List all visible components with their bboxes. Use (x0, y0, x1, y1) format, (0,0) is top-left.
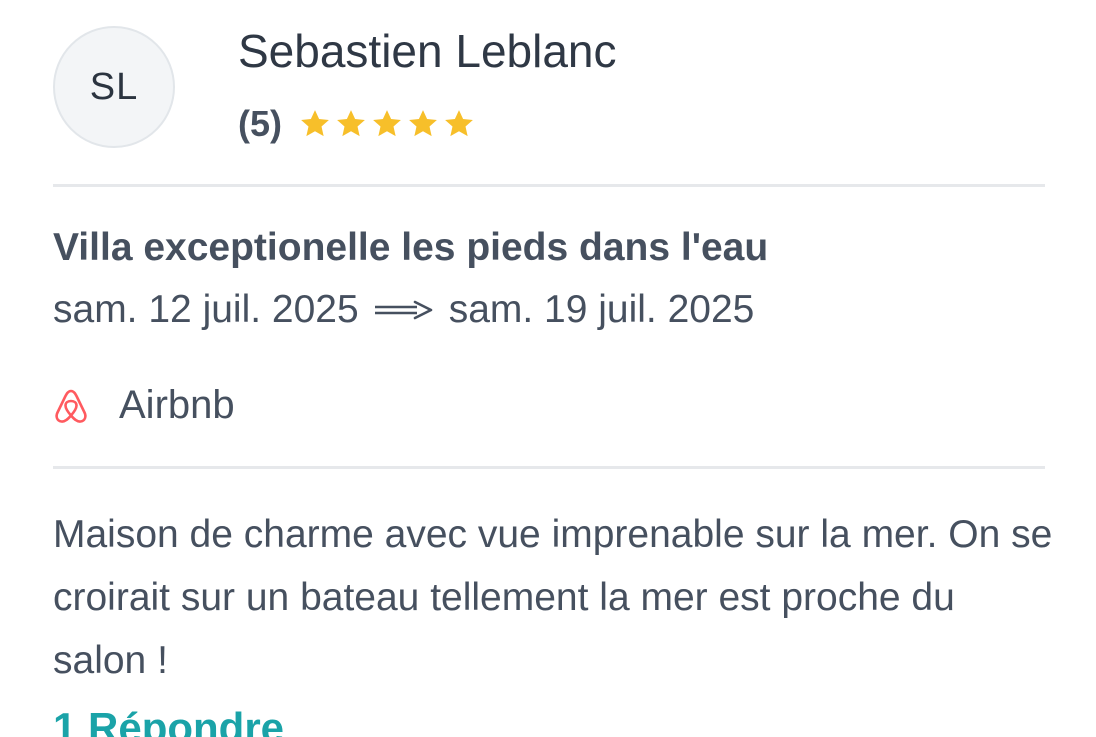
rating-count: (5) (238, 103, 282, 144)
date-start: sam. 12 juil. 2025 (53, 288, 359, 331)
star-rating (298, 107, 476, 141)
star-icon (373, 110, 401, 137)
stay-dates: sam. 12 juil. 2025 sam. 19 juil. 2025 (53, 288, 754, 332)
long-right-arrow-icon (374, 300, 432, 320)
date-end: sam. 19 juil. 2025 (448, 288, 755, 331)
listing-title: Villa exceptionelle les pieds dans l'eau (53, 226, 769, 269)
divider (53, 184, 1045, 187)
avatar: SL (53, 26, 175, 148)
rating-row: (5) (238, 100, 476, 148)
divider (53, 466, 1045, 469)
source-label: Airbnb (119, 382, 235, 427)
booking-source: Airbnb (53, 380, 235, 430)
star-icon (337, 110, 365, 137)
reviewer-name: Sebastien Leblanc (238, 25, 617, 77)
airbnb-icon (55, 389, 87, 423)
review-card: SL Sebastien Leblanc (5) Villa exception… (0, 0, 1096, 737)
reply-button[interactable]: 1 Répondre (53, 704, 284, 737)
star-icon (409, 110, 437, 137)
review-text: Maison de charme avec vue imprenable sur… (53, 513, 1053, 682)
star-icon (301, 110, 329, 137)
avatar-initials: SL (89, 65, 139, 108)
star-icon (445, 110, 473, 137)
